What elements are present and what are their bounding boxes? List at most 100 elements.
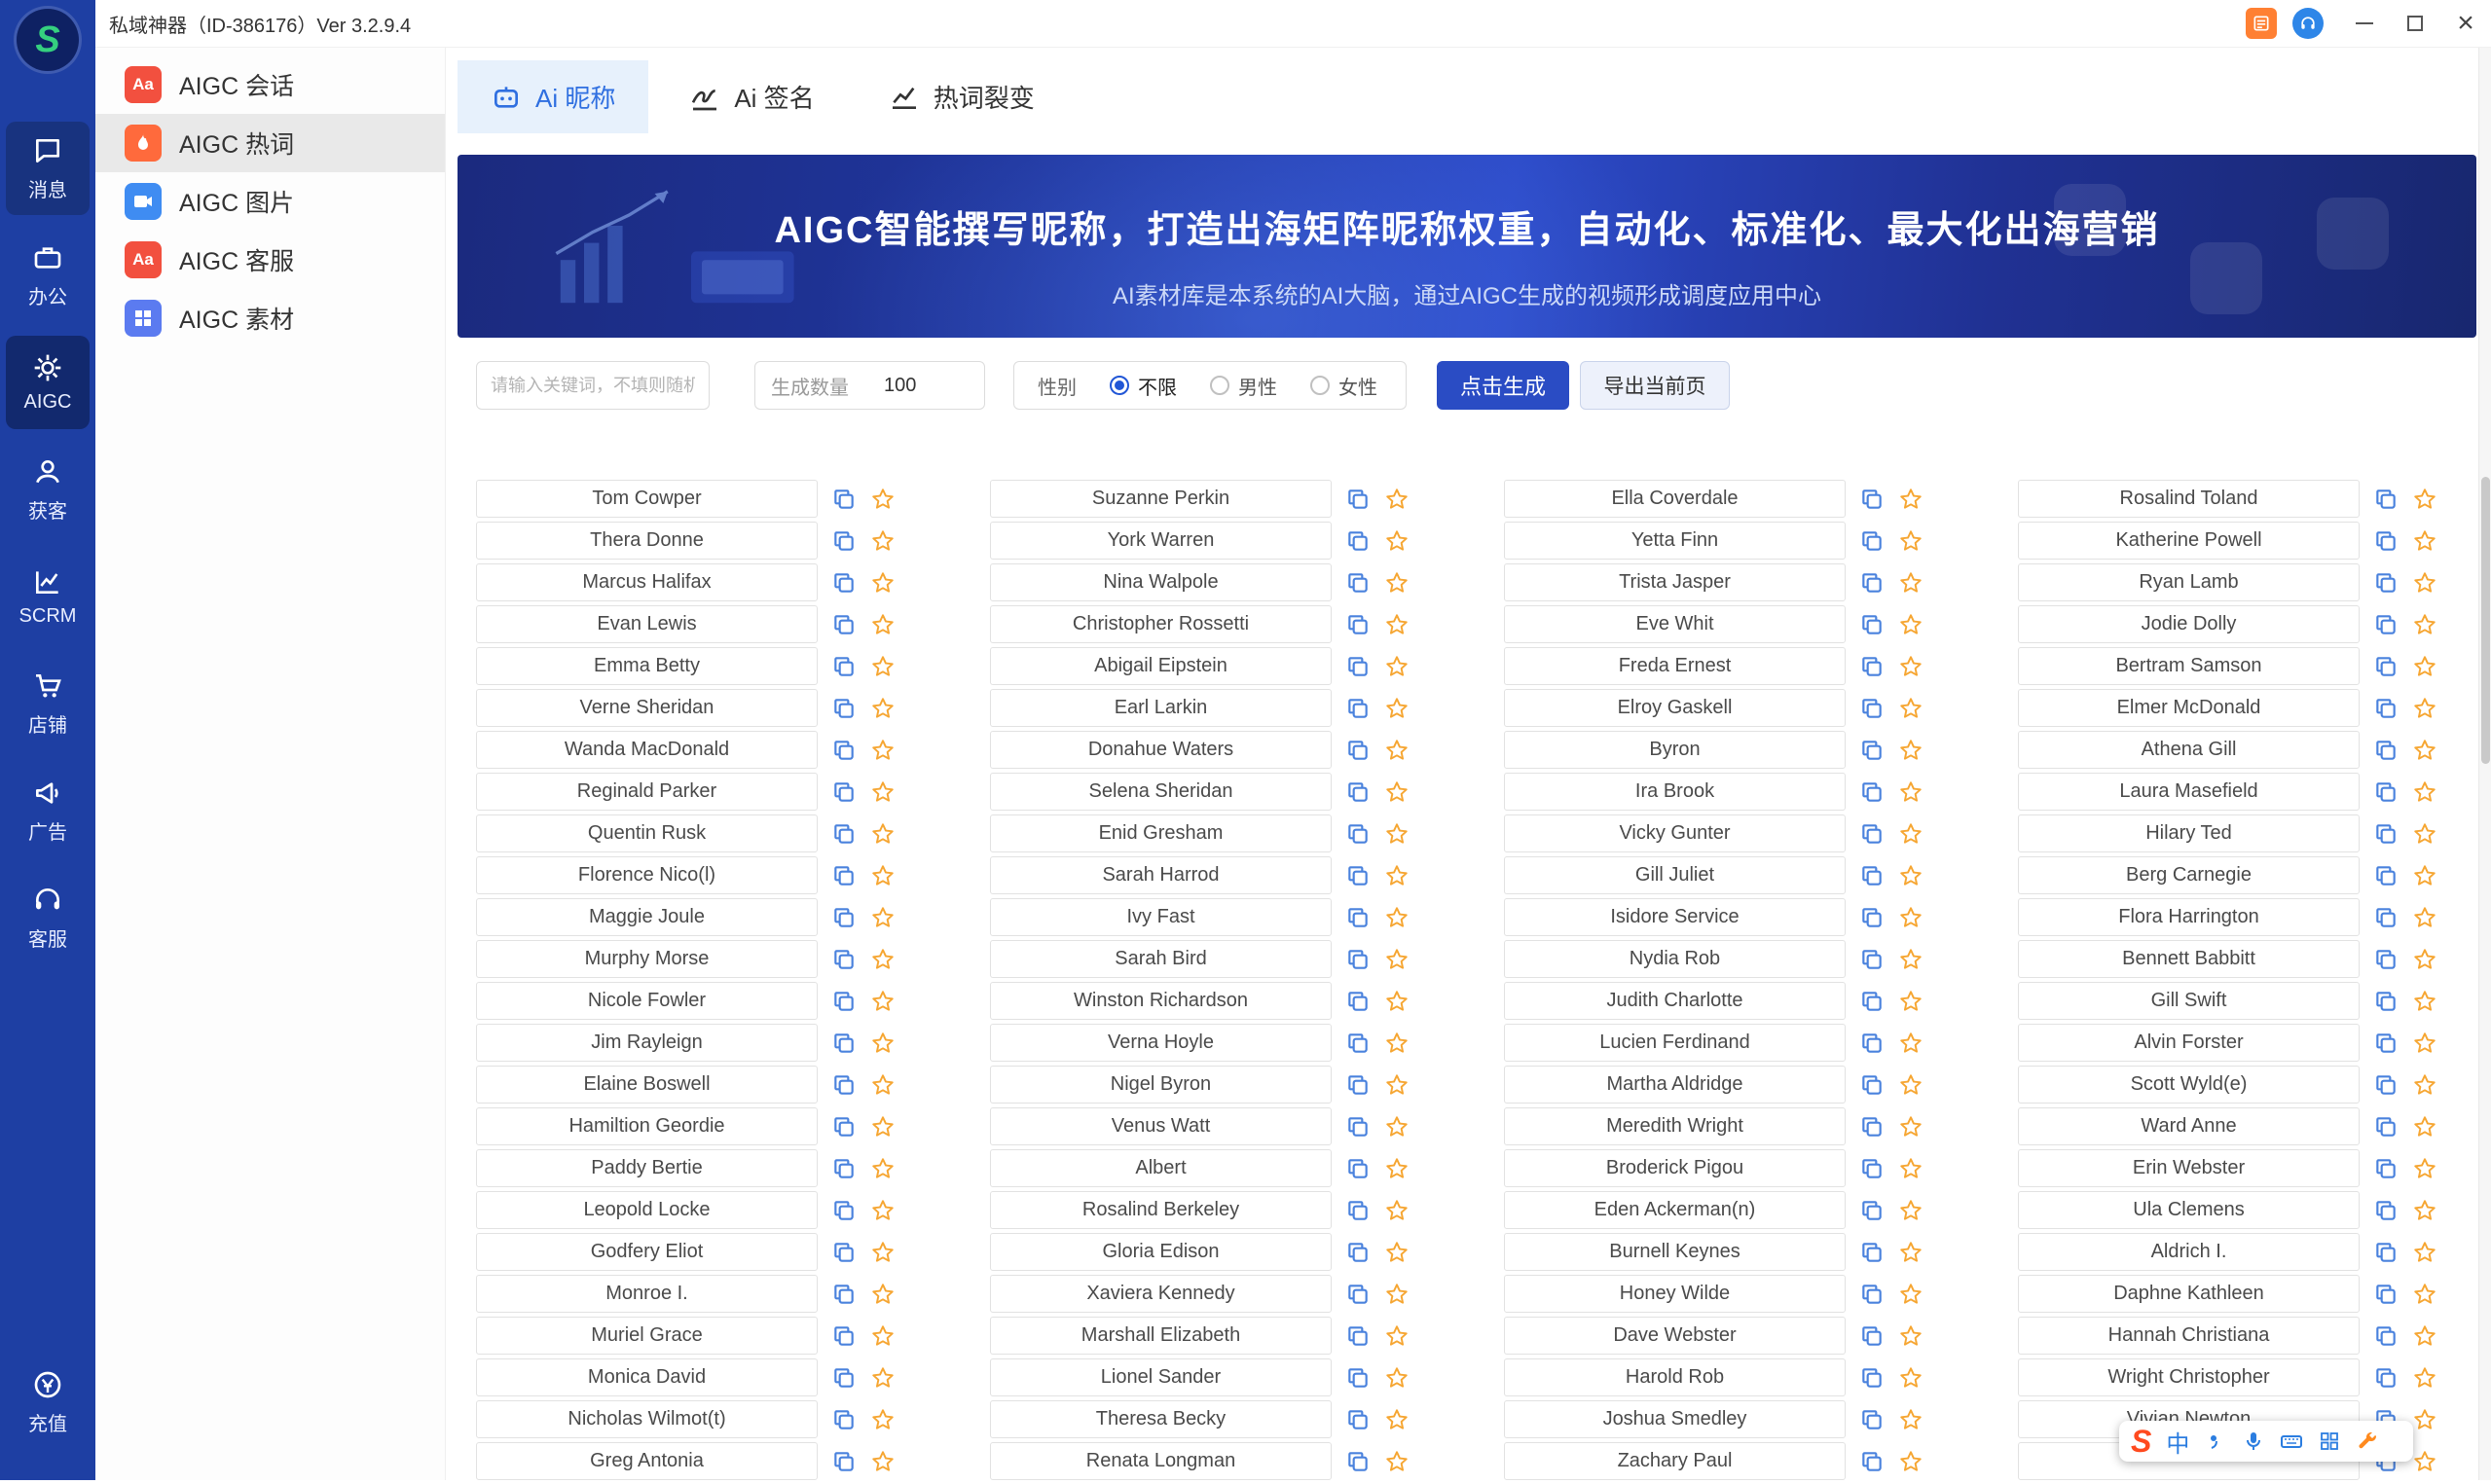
copy-icon[interactable] (1859, 821, 1885, 847)
minimize-button[interactable] (2339, 0, 2390, 48)
copy-icon[interactable] (2373, 612, 2399, 637)
sidebar-item-AIGC 会话[interactable]: Aa AIGC 会话 (95, 55, 445, 114)
favorite-star-icon[interactable] (1384, 1114, 1410, 1140)
favorite-star-icon[interactable] (1898, 1156, 1923, 1181)
favorite-star-icon[interactable] (1384, 612, 1410, 637)
copy-icon[interactable] (831, 1323, 857, 1349)
copy-icon[interactable] (1859, 947, 1885, 972)
favorite-star-icon[interactable] (870, 779, 896, 805)
favorite-star-icon[interactable] (2412, 905, 2437, 930)
vertical-scrollbar[interactable] (2478, 48, 2491, 1480)
copy-icon[interactable] (2373, 528, 2399, 554)
copy-icon[interactable] (831, 570, 857, 596)
favorite-star-icon[interactable] (1384, 1449, 1410, 1474)
copy-icon[interactable] (1859, 863, 1885, 888)
copy-icon[interactable] (2373, 1072, 2399, 1098)
copy-icon[interactable] (831, 738, 857, 763)
copy-icon[interactable] (2373, 947, 2399, 972)
copy-icon[interactable] (831, 989, 857, 1014)
generate-button[interactable]: 点击生成 (1437, 361, 1569, 410)
favorite-star-icon[interactable] (2412, 738, 2437, 763)
favorite-star-icon[interactable] (2412, 989, 2437, 1014)
favorite-star-icon[interactable] (1898, 487, 1923, 512)
copy-icon[interactable] (1859, 1031, 1885, 1056)
favorite-star-icon[interactable] (870, 947, 896, 972)
favorite-star-icon[interactable] (1384, 738, 1410, 763)
copy-icon[interactable] (1345, 1114, 1371, 1140)
favorite-star-icon[interactable] (2412, 779, 2437, 805)
scrollbar-thumb[interactable] (2481, 477, 2490, 764)
copy-icon[interactable] (2373, 738, 2399, 763)
nav-rail-item-AIGC[interactable]: AIGC (6, 336, 90, 429)
favorite-star-icon[interactable] (1384, 1323, 1410, 1349)
copy-icon[interactable] (2373, 821, 2399, 847)
nav-rail-item-充值[interactable]: 充值 (6, 1356, 90, 1449)
copy-icon[interactable] (831, 1031, 857, 1056)
copy-icon[interactable] (1345, 779, 1371, 805)
favorite-star-icon[interactable] (2412, 1449, 2437, 1474)
copy-icon[interactable] (1345, 1156, 1371, 1181)
copy-icon[interactable] (1345, 528, 1371, 554)
nav-rail-item-SCRM[interactable]: SCRM (6, 550, 90, 643)
copy-icon[interactable] (1345, 947, 1371, 972)
favorite-star-icon[interactable] (2412, 1365, 2437, 1391)
tab-Ai 昵称[interactable]: Ai 昵称 (458, 60, 648, 133)
copy-icon[interactable] (2373, 1323, 2399, 1349)
copy-icon[interactable] (831, 1240, 857, 1265)
favorite-star-icon[interactable] (2412, 654, 2437, 679)
copy-icon[interactable] (1345, 1407, 1371, 1432)
copy-icon[interactable] (1345, 570, 1371, 596)
favorite-star-icon[interactable] (870, 654, 896, 679)
favorite-star-icon[interactable] (1898, 1282, 1923, 1307)
nav-rail-item-获客[interactable]: 获客 (6, 443, 90, 536)
copy-icon[interactable] (1859, 487, 1885, 512)
favorite-star-icon[interactable] (1384, 947, 1410, 972)
favorite-star-icon[interactable] (1898, 1114, 1923, 1140)
copy-icon[interactable] (1859, 612, 1885, 637)
copy-icon[interactable] (1859, 1240, 1885, 1265)
input-mode-chinese[interactable]: 中 (2166, 1425, 2189, 1459)
copy-icon[interactable] (2373, 779, 2399, 805)
favorite-star-icon[interactable] (870, 1156, 896, 1181)
copy-icon[interactable] (831, 612, 857, 637)
copy-icon[interactable] (2373, 989, 2399, 1014)
copy-icon[interactable] (1859, 1365, 1885, 1391)
favorite-star-icon[interactable] (870, 1031, 896, 1056)
favorite-star-icon[interactable] (1898, 1323, 1923, 1349)
copy-icon[interactable] (831, 1282, 857, 1307)
copy-icon[interactable] (831, 1072, 857, 1098)
favorite-star-icon[interactable] (1384, 989, 1410, 1014)
copy-icon[interactable] (1859, 1407, 1885, 1432)
close-button[interactable]: × (2440, 0, 2491, 48)
gender-radio-男性[interactable]: 男性 (1210, 372, 1277, 400)
copy-icon[interactable] (1345, 1031, 1371, 1056)
sidebar-item-AIGC 客服[interactable]: Aa AIGC 客服 (95, 231, 445, 289)
favorite-star-icon[interactable] (870, 738, 896, 763)
favorite-star-icon[interactable] (1898, 1198, 1923, 1223)
favorite-star-icon[interactable] (1898, 989, 1923, 1014)
favorite-star-icon[interactable] (1898, 1449, 1923, 1474)
copy-icon[interactable] (1859, 738, 1885, 763)
copy-icon[interactable] (2373, 1114, 2399, 1140)
copy-icon[interactable] (2373, 1198, 2399, 1223)
copy-icon[interactable] (1859, 1198, 1885, 1223)
favorite-star-icon[interactable] (1384, 696, 1410, 721)
favorite-star-icon[interactable] (2412, 1072, 2437, 1098)
favorite-star-icon[interactable] (1898, 612, 1923, 637)
keyword-input[interactable] (476, 361, 710, 410)
favorite-star-icon[interactable] (1384, 1198, 1410, 1223)
nav-rail-item-消息[interactable]: 消息 (6, 122, 90, 215)
copy-icon[interactable] (1859, 905, 1885, 930)
copy-icon[interactable] (831, 1156, 857, 1181)
favorite-star-icon[interactable] (1384, 1072, 1410, 1098)
sogou-input-toolbar[interactable]: S 中 (2119, 1421, 2413, 1462)
copy-icon[interactable] (1345, 612, 1371, 637)
copy-icon[interactable] (1345, 1449, 1371, 1474)
favorite-star-icon[interactable] (1898, 821, 1923, 847)
tab-热词裂变[interactable]: 热词裂变 (856, 60, 1068, 133)
copy-icon[interactable] (831, 947, 857, 972)
favorite-star-icon[interactable] (1384, 1031, 1410, 1056)
favorite-star-icon[interactable] (870, 487, 896, 512)
favorite-star-icon[interactable] (1898, 528, 1923, 554)
copy-icon[interactable] (2373, 1031, 2399, 1056)
